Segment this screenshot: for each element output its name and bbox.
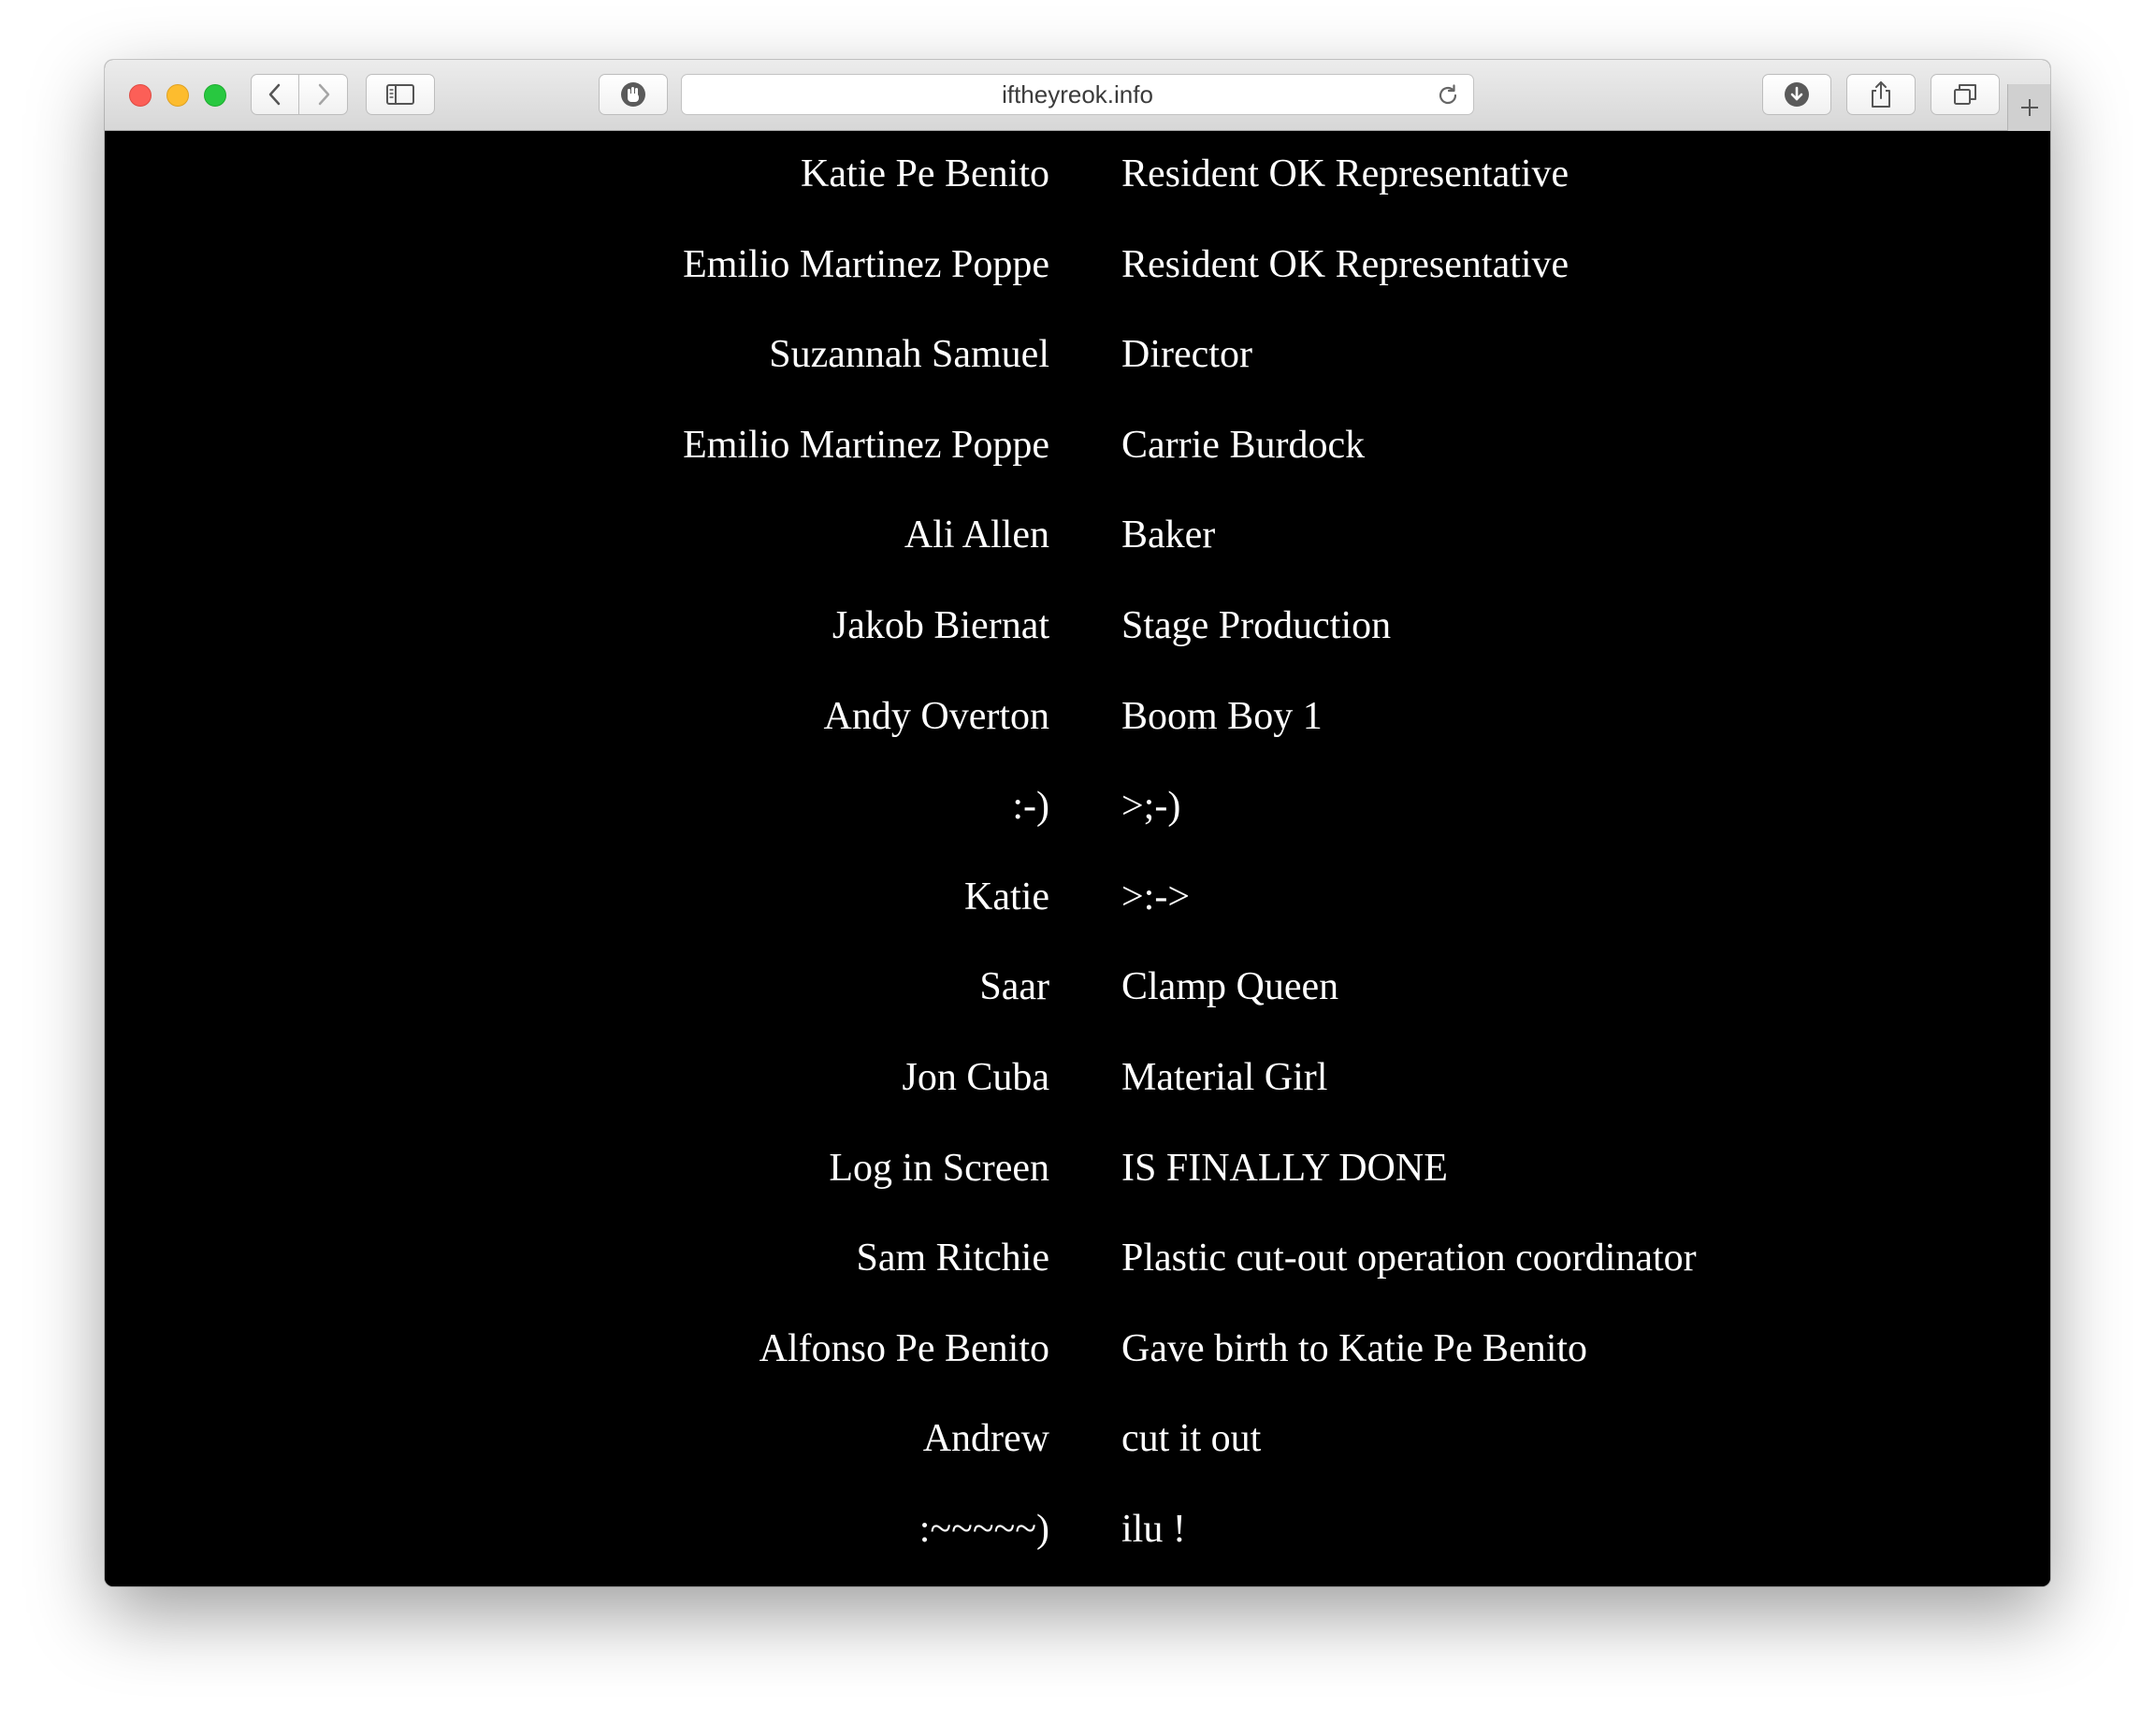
credit-name: Jakob Biernat (832, 604, 1049, 647)
browser-toolbar: iftheyreok.info (105, 60, 2050, 131)
privacy-report-button[interactable] (599, 74, 668, 115)
credit-role: Resident OK Representative (1121, 152, 1569, 195)
credit-row: Andy Overton Boom Boy 1 (105, 684, 2050, 749)
credit-name: Sam Ritchie (856, 1237, 1049, 1280)
sidebar-icon (386, 84, 414, 105)
credit-role: >:-> (1121, 875, 1191, 919)
url-text: iftheyreok.info (1002, 80, 1153, 108)
credit-name: Log in Screen (829, 1146, 1049, 1190)
credit-role: Carrie Burdock (1121, 423, 1366, 467)
back-button[interactable] (251, 74, 299, 115)
credit-role: Clamp Queen (1121, 965, 1339, 1009)
minimize-window-button[interactable] (166, 84, 189, 107)
credit-name: Emilio Martinez Poppe (683, 242, 1049, 286)
credit-row: Katie Pe Benito Resident OK Representativ… (105, 141, 2050, 207)
credit-name: Emilio Martinez Poppe (683, 423, 1049, 467)
credit-role: Baker (1121, 514, 1216, 557)
credit-role: Stage Production (1121, 604, 1392, 647)
credit-name: Katie (964, 875, 1049, 919)
credit-role: >;-) (1121, 785, 1181, 829)
credit-row: Log in Screen IS FINALLY DONE (105, 1136, 2050, 1201)
chevron-right-icon (318, 83, 329, 106)
credit-role: Resident OK Representative (1121, 242, 1569, 286)
credit-role: Director (1121, 333, 1252, 377)
credit-row: Jakob Biernat Stage Production (105, 593, 2050, 658)
sidebar-toggle-button[interactable] (366, 74, 435, 115)
credit-row: Suzannah Samuel Director (105, 322, 2050, 387)
credit-name: Suzannah Samuel (769, 333, 1049, 377)
credit-role: Gave birth to Katie Pe Benito (1121, 1326, 1588, 1370)
credit-row: Sam Ritchie Plastic cut-out operation coo… (105, 1225, 2050, 1291)
credit-row: Ali Allen Baker (105, 502, 2050, 568)
shield-hand-icon (621, 82, 645, 107)
credit-role: Plastic cut-out operation coordinator (1121, 1237, 1697, 1280)
credit-role: Boom Boy 1 (1121, 694, 1323, 738)
downloads-button[interactable] (1762, 74, 1831, 115)
navigation-buttons (251, 74, 348, 115)
credit-row: Katie >:-> (105, 864, 2050, 930)
new-tab-button[interactable] (2007, 84, 2050, 131)
page-content: Katie Pe Benito Resident OK Representativ… (105, 131, 2050, 1586)
credit-name: :~~~~~) (918, 1508, 1049, 1551)
credit-row: Jon Cuba Material Girl (105, 1045, 2050, 1110)
maximize-window-button[interactable] (204, 84, 226, 107)
credit-name: :-) (1012, 785, 1049, 829)
download-icon (1785, 82, 1809, 107)
close-window-button[interactable] (129, 84, 152, 107)
credit-name: Jon Cuba (902, 1056, 1050, 1099)
credit-role: ilu ! (1121, 1508, 1186, 1551)
credit-row: Emilio Martinez Poppe Resident OK Represe… (105, 232, 2050, 297)
credit-row: Saar Clamp Queen (105, 954, 2050, 1020)
tab-overview-button[interactable] (1931, 74, 2000, 115)
chevron-left-icon (268, 83, 281, 106)
credit-row: :~~~~~) ilu ! (105, 1497, 2050, 1562)
forward-button[interactable] (299, 74, 348, 115)
credit-role: cut it out (1121, 1417, 1262, 1461)
credit-row: :-) >;-) (105, 774, 2050, 839)
share-icon (1872, 81, 1890, 108)
credit-row: Andrew cut it out (105, 1406, 2050, 1471)
browser-window: iftheyreok.info Katie Pe Benito Resident… (105, 60, 2050, 1586)
credit-row: Emilio Martinez Poppe Carrie Burdock (105, 412, 2050, 478)
address-bar[interactable]: iftheyreok.info (681, 74, 1474, 115)
credit-row: Alfonso Pe Benito Gave birth to Katie Pe … (105, 1316, 2050, 1382)
credit-name: Ali Allen (904, 514, 1049, 557)
credit-name: Alfonso Pe Benito (759, 1326, 1049, 1370)
credit-role: IS FINALLY DONE (1121, 1146, 1448, 1190)
reload-icon[interactable] (1436, 83, 1460, 108)
credit-name: Saar (979, 965, 1049, 1009)
credit-name: Katie Pe Benito (801, 152, 1049, 195)
share-button[interactable] (1846, 74, 1916, 115)
tabs-icon (1954, 84, 1976, 105)
credit-role: Material Girl (1121, 1056, 1328, 1099)
credit-name: Andy Overton (823, 694, 1049, 738)
credit-name: Andrew (922, 1417, 1049, 1461)
plus-icon (2020, 99, 2038, 116)
